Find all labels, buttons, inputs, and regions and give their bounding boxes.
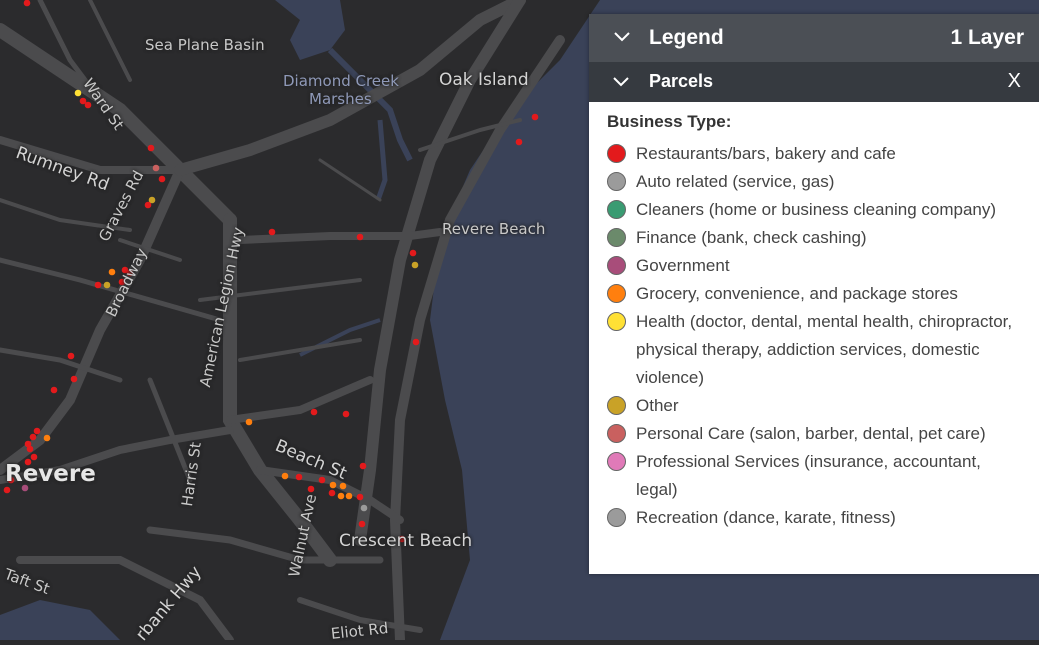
legend-item-label: Health (doctor, dental, mental health, c… bbox=[636, 312, 1013, 387]
legend-item-label: Restaurants/bars, bakery and cafe bbox=[636, 144, 896, 163]
legend-swatch-icon bbox=[607, 508, 626, 527]
legend-swatch-icon bbox=[607, 144, 626, 163]
parcel-point[interactable] bbox=[70, 375, 78, 383]
legend-panel: Legend 1 Layer Parcels X Business Type: … bbox=[589, 14, 1039, 574]
legend-body: Business Type: Restaurants/bars, bakery … bbox=[589, 102, 1039, 532]
legend-swatch-icon bbox=[607, 424, 626, 443]
label-crescent-beach: Crescent Beach bbox=[339, 531, 473, 551]
parcel-point[interactable] bbox=[94, 281, 102, 289]
label-marshes: Marshes bbox=[309, 90, 372, 108]
parcel-point[interactable] bbox=[33, 427, 41, 435]
legend-swatch-icon bbox=[607, 284, 626, 303]
legend-swatch-icon bbox=[607, 200, 626, 219]
parcel-point[interactable] bbox=[67, 352, 75, 360]
parcel-point[interactable] bbox=[356, 493, 364, 501]
legend-item: Government bbox=[607, 252, 1026, 280]
parcel-point[interactable] bbox=[50, 386, 58, 394]
parcel-point[interactable] bbox=[30, 453, 38, 461]
parcel-point[interactable] bbox=[329, 481, 337, 489]
legend-title: Legend bbox=[649, 26, 724, 49]
legend-item: Personal Care (salon, barber, dental, pe… bbox=[607, 420, 1026, 448]
legend-item: Professional Services (insurance, accoun… bbox=[607, 448, 1026, 504]
legend-item: Health (doctor, dental, mental health, c… bbox=[607, 308, 1026, 392]
creek-channel-2 bbox=[375, 119, 388, 201]
close-icon[interactable]: X bbox=[1008, 70, 1021, 93]
label-oak-island: Oak Island bbox=[439, 70, 529, 90]
legend-item-label: Grocery, convenience, and package stores bbox=[636, 284, 958, 303]
legend-item-label: Cleaners (home or business cleaning comp… bbox=[636, 200, 997, 219]
legend-item-label: Government bbox=[636, 256, 730, 275]
legend-item: Recreation (dance, karate, fitness) bbox=[607, 504, 1026, 532]
parcel-point[interactable] bbox=[108, 268, 116, 276]
legend-swatch-icon bbox=[607, 312, 626, 331]
legend-item: Restaurants/bars, bakery and cafe bbox=[607, 140, 1026, 168]
legend-item-label: Professional Services (insurance, accoun… bbox=[636, 452, 981, 499]
legend-swatch-icon bbox=[607, 256, 626, 275]
legend-item: Auto related (service, gas) bbox=[607, 168, 1026, 196]
layer-header[interactable]: Parcels X bbox=[589, 62, 1039, 102]
legend-item: Cleaners (home or business cleaning comp… bbox=[607, 196, 1026, 224]
chevron-down-icon[interactable] bbox=[611, 72, 631, 92]
parcel-point[interactable] bbox=[531, 113, 539, 121]
parcel-point[interactable] bbox=[345, 492, 353, 500]
legend-item: Finance (bank, check cashing) bbox=[607, 224, 1026, 252]
label-revere: Revere bbox=[5, 461, 96, 487]
parcel-point[interactable] bbox=[43, 434, 51, 442]
parcel-point[interactable] bbox=[29, 433, 37, 441]
legend-item-label: Finance (bank, check cashing) bbox=[636, 228, 867, 247]
parcel-point[interactable] bbox=[359, 462, 367, 470]
parcel-point[interactable] bbox=[26, 445, 34, 453]
legend-swatch-icon bbox=[607, 228, 626, 247]
parcel-point[interactable] bbox=[412, 338, 420, 346]
parcel-point[interactable] bbox=[144, 201, 152, 209]
parcel-point[interactable] bbox=[409, 249, 417, 257]
parcel-point[interactable] bbox=[268, 228, 276, 236]
parcel-point[interactable] bbox=[358, 520, 366, 528]
parcel-point[interactable] bbox=[245, 418, 253, 426]
label-revere-beach: Revere Beach bbox=[442, 220, 546, 238]
legend-swatch-icon bbox=[607, 172, 626, 191]
parcel-point[interactable] bbox=[158, 175, 166, 183]
parcel-point[interactable] bbox=[318, 476, 326, 484]
parcel-point[interactable] bbox=[310, 408, 318, 416]
parcel-point[interactable] bbox=[281, 472, 289, 480]
legend-items: Restaurants/bars, bakery and cafe Auto re… bbox=[607, 140, 1039, 532]
parcel-point[interactable] bbox=[356, 233, 364, 241]
legend-item: Other bbox=[607, 392, 1026, 420]
legend-header[interactable]: Legend 1 Layer bbox=[589, 14, 1039, 62]
parcel-point[interactable] bbox=[411, 261, 419, 269]
parcel-point[interactable] bbox=[307, 485, 315, 493]
legend-item-label: Recreation (dance, karate, fitness) bbox=[636, 508, 896, 527]
chevron-down-icon[interactable] bbox=[611, 26, 633, 48]
parcel-point[interactable] bbox=[337, 492, 345, 500]
legend-field-title: Business Type: bbox=[607, 112, 732, 131]
parcel-point[interactable] bbox=[23, 0, 31, 7]
legend-item-label: Other bbox=[636, 396, 679, 415]
parcel-point[interactable] bbox=[103, 281, 111, 289]
parcel-point[interactable] bbox=[147, 144, 155, 152]
legend-swatch-icon bbox=[607, 396, 626, 415]
parcel-point[interactable] bbox=[328, 489, 336, 497]
parcel-point[interactable] bbox=[3, 486, 11, 494]
parcel-point[interactable] bbox=[152, 164, 160, 172]
parcel-point[interactable] bbox=[342, 410, 350, 418]
legend-item: Grocery, convenience, and package stores bbox=[607, 280, 1026, 308]
parcel-point[interactable] bbox=[295, 473, 303, 481]
parcel-point[interactable] bbox=[515, 138, 523, 146]
legend-swatch-icon bbox=[607, 452, 626, 471]
bay-bottom bbox=[0, 600, 120, 640]
legend-item-label: Personal Care (salon, barber, dental, pe… bbox=[636, 424, 986, 443]
parcel-point[interactable] bbox=[74, 89, 82, 97]
legend-item-label: Auto related (service, gas) bbox=[636, 172, 835, 191]
parcel-point[interactable] bbox=[360, 504, 368, 512]
label-sea-plane-basin: Sea Plane Basin bbox=[145, 36, 265, 54]
layer-title: Parcels bbox=[649, 71, 714, 91]
label-diamond-creek: Diamond Creek bbox=[283, 72, 399, 90]
parcel-point[interactable] bbox=[84, 101, 92, 109]
layer-count: 1 Layer bbox=[950, 26, 1024, 49]
